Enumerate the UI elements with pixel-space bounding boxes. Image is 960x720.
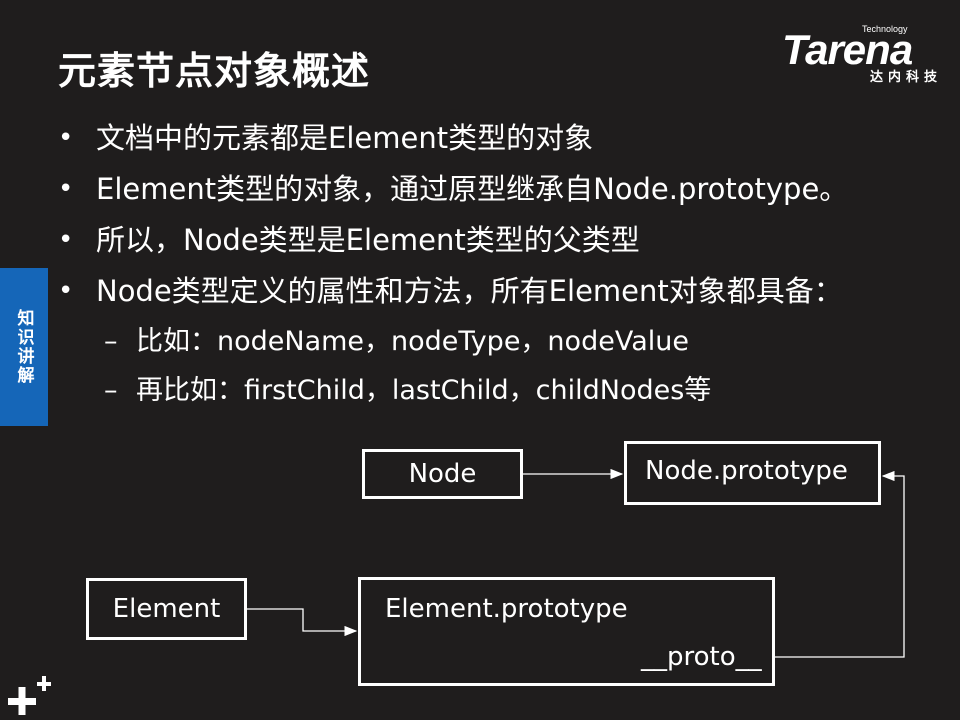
- proto-label: __proto__: [641, 642, 762, 672]
- node-box: Node: [362, 449, 523, 499]
- plus-icon: [8, 676, 51, 715]
- node-prototype-box: Node.prototype: [624, 441, 881, 505]
- element-prototype-label: Element.prototype: [385, 594, 628, 624]
- element-box: Element: [86, 578, 247, 640]
- slide: 元素节点对象概述 Technology Tarena 达内科技 知识讲解 • 文档…: [0, 0, 960, 720]
- element-prototype-box: Element.prototype __proto__: [358, 577, 775, 686]
- node-prototype-label: Node.prototype: [645, 456, 848, 486]
- element-label: Element: [112, 594, 221, 624]
- element-to-prototype-arrow: [247, 608, 358, 637]
- node-label: Node: [408, 459, 477, 489]
